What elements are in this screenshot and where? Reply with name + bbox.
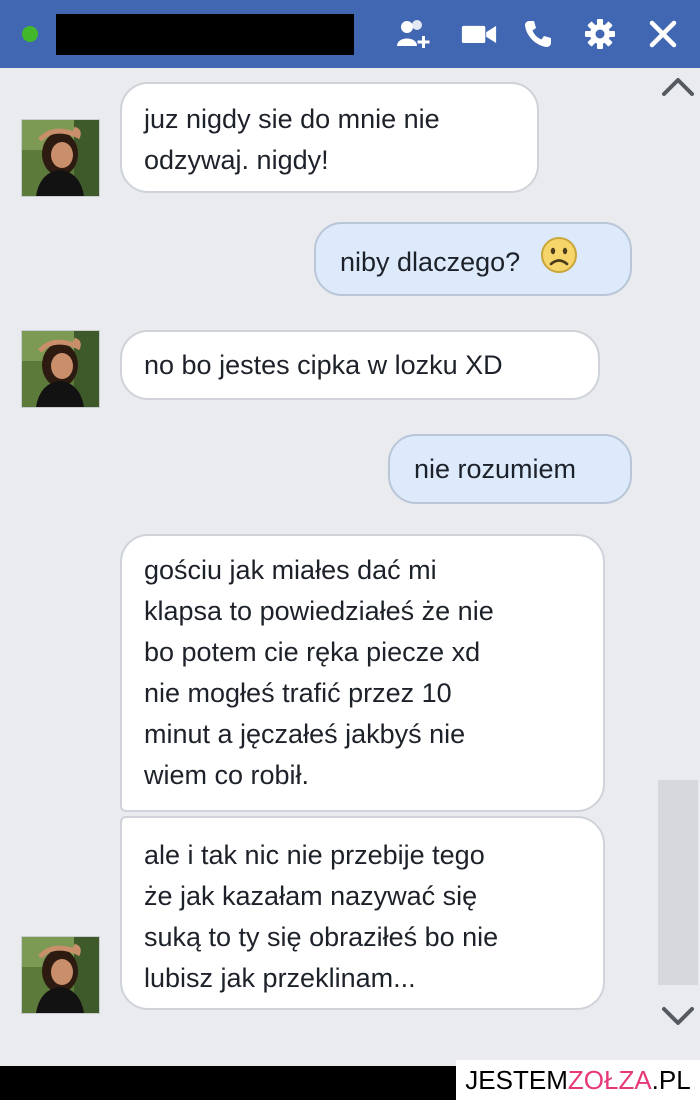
- add-friend-icon[interactable]: [396, 16, 432, 52]
- incoming-message: no bo jestes cipka w lozku XD: [120, 330, 600, 400]
- message-line: juz nigdy sie do mnie nie: [144, 104, 440, 134]
- message-line: nie mogłeś trafić przez 10: [144, 678, 452, 708]
- message-line: ale i tak nic nie przebije tego: [144, 840, 485, 870]
- incoming-message: juz nigdy sie do mnie nie odzywaj. nigdy…: [120, 82, 539, 193]
- avatar[interactable]: [21, 936, 100, 1014]
- scroll-down-arrow-icon[interactable]: [660, 1005, 696, 1034]
- scroll-up-arrow-icon[interactable]: [660, 74, 696, 103]
- frown-emoji: [540, 236, 578, 286]
- message-line: bo potem cie ręka piecze xd: [144, 637, 481, 667]
- phone-icon[interactable]: [520, 16, 556, 52]
- redacted-contact-name[interactable]: [56, 14, 354, 55]
- footer-bar: [0, 1066, 456, 1100]
- message-line: nie rozumiem: [414, 454, 577, 484]
- message-line: wiem co robił.: [144, 760, 310, 790]
- watermark-part-2: ZOŁZA: [567, 1064, 652, 1095]
- watermark-logo: JESTEM ZOŁZA .PL: [456, 1060, 700, 1100]
- message-line: odzywaj. nigdy!: [144, 145, 329, 175]
- watermark-part-3: .PL: [651, 1064, 691, 1095]
- outgoing-message: niby dlaczego?: [314, 222, 632, 296]
- avatar[interactable]: [21, 330, 100, 408]
- video-call-icon[interactable]: [461, 16, 497, 52]
- avatar[interactable]: [21, 119, 100, 197]
- chat-header: [0, 0, 700, 68]
- message-line: suką to ty się obraziłeś bo nie: [144, 922, 499, 952]
- online-status-icon: [22, 26, 38, 42]
- gear-icon[interactable]: [582, 16, 618, 52]
- incoming-message: ale i tak nic nie przebije tego że jak k…: [120, 816, 605, 1010]
- outgoing-message: nie rozumiem: [388, 434, 632, 504]
- message-line: no bo jestes cipka w lozku XD: [144, 350, 503, 380]
- message-line: że jak kazałam nazywać się: [144, 881, 478, 911]
- incoming-message: gościu jak miałes dać mi klapsa to powie…: [120, 534, 605, 812]
- message-line: niby dlaczego?: [340, 247, 521, 278]
- message-line: gościu jak miałes dać mi: [144, 555, 437, 585]
- message-line: lubisz jak przeklinam...: [144, 963, 416, 993]
- watermark-part-1: JESTEM: [465, 1064, 568, 1095]
- scrollbar-thumb[interactable]: [658, 780, 698, 985]
- close-icon[interactable]: [645, 16, 681, 52]
- message-line: minut a jęczałeś jakbyś nie: [144, 719, 466, 749]
- message-line: klapsa to powiedziałeś że nie: [144, 596, 494, 626]
